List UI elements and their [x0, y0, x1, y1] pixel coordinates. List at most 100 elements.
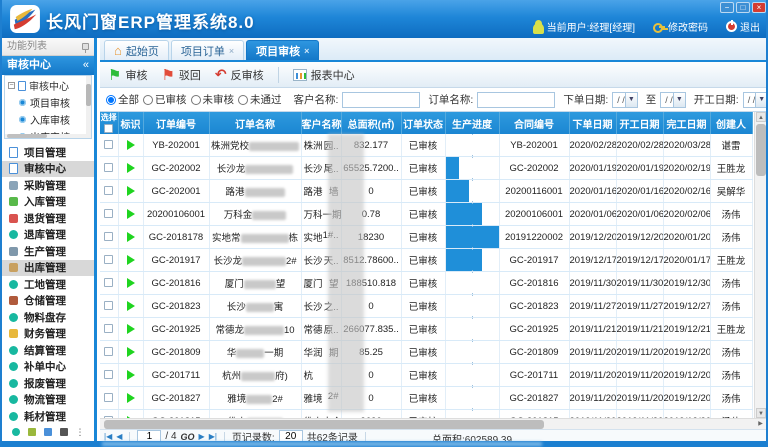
close-button[interactable]: ×	[752, 2, 766, 13]
pin-icon[interactable]	[82, 43, 89, 50]
column-header[interactable]: 生产进度	[445, 112, 499, 134]
sidebar-menu-item[interactable]: 补单中心	[2, 359, 94, 376]
sidebar-menu-item[interactable]: 财务管理	[2, 326, 94, 343]
column-header[interactable]: 下单日期	[569, 112, 616, 134]
column-header[interactable]: 订单名称	[209, 112, 301, 134]
column-header[interactable]: 总面积(㎡)	[341, 112, 401, 134]
overflow-icon[interactable]: ⋮	[76, 428, 85, 436]
scroll-down-icon[interactable]: ▼	[756, 408, 766, 418]
sidebar-menu-item[interactable]: 仓储管理	[2, 293, 94, 310]
vertical-scrollbar[interactable]: ▲ ▼	[754, 112, 766, 418]
sidebar-menu-item[interactable]: 审核中心	[2, 161, 94, 178]
filter-radio-option[interactable]: 已审核	[143, 92, 187, 107]
radio-input[interactable]	[191, 95, 201, 105]
row-checkbox[interactable]	[104, 347, 113, 356]
cart-icon[interactable]	[28, 428, 36, 436]
first-page-button[interactable]: |◀	[104, 432, 112, 441]
prev-page-button[interactable]: ◀	[116, 432, 122, 441]
tab[interactable]: ⌂ 起始页	[104, 40, 169, 60]
next-page-button[interactable]: ▶	[199, 432, 205, 441]
order-date-input[interactable]: / /▼	[612, 92, 638, 108]
horizontal-scrollbar[interactable]: ▶	[100, 418, 766, 429]
start-date-input[interactable]: / /▼	[743, 92, 766, 108]
sidebar-menu-item[interactable]: 项目管理	[2, 144, 94, 161]
filter-radio-option[interactable]: 未通过	[238, 92, 282, 107]
table-row[interactable]: GC-201711 杭州府) 杭 0 已审核 GC-201711 2019/11…	[100, 364, 752, 387]
go-button[interactable]: GO	[181, 432, 195, 442]
sidebar-menu-item[interactable]: 采购管理	[2, 177, 94, 194]
column-header[interactable]: 订单状态	[401, 112, 445, 134]
row-checkbox[interactable]	[104, 393, 113, 402]
book-icon[interactable]	[60, 428, 68, 436]
sidebar-menu-item[interactable]: 报废管理	[2, 375, 94, 392]
select-all-checkbox[interactable]	[104, 124, 113, 133]
sidebar-menu-item[interactable]: 结算管理	[2, 342, 94, 359]
circle-icon[interactable]	[12, 428, 20, 436]
scroll-up-icon[interactable]: ▲	[756, 112, 766, 122]
radio-input[interactable]	[143, 95, 153, 105]
table-row[interactable]: GC-201925 常德龙10 常德原.. 266077.835.. 已审核 G…	[100, 318, 752, 341]
row-checkbox[interactable]	[104, 278, 113, 287]
sidebar-menu-item[interactable]: 物料盘存	[2, 309, 94, 326]
sidebar-menu-item[interactable]: 退货管理	[2, 210, 94, 227]
tree-horizontal-scrollbar[interactable]	[5, 134, 91, 138]
order-date-end-input[interactable]: / /▼	[660, 92, 686, 108]
column-header[interactable]: 合同编号	[499, 112, 569, 134]
change-password-button[interactable]: 修改密码	[653, 19, 708, 34]
scrollbar-thumb[interactable]	[104, 420, 544, 429]
column-header[interactable]: 订单编号	[143, 112, 209, 134]
table-row[interactable]: GC-201815 佛山 佛山中仓库 2626 已审核 GC-201815 20…	[100, 410, 752, 419]
row-checkbox[interactable]	[104, 209, 113, 218]
table-row[interactable]: YB-202001 株洲党校 株洲园.. 832.177 已审核 YB-2020…	[100, 134, 752, 157]
table-row[interactable]: GC-201816 厦门望 厦门望 188510.818 已审核 GC-2018…	[100, 272, 752, 295]
row-checkbox[interactable]	[104, 301, 113, 310]
column-header[interactable]: 完工日期	[663, 112, 710, 134]
table-row[interactable]: GC-202002 长沙龙 长沙尾.. 65525.7200.. 已审核 GC-…	[100, 157, 752, 180]
chevron-down-icon[interactable]: ▼	[755, 93, 766, 107]
toolbar-button[interactable]: 驳回	[161, 66, 200, 84]
row-checkbox[interactable]	[104, 370, 113, 379]
filter-radio-option[interactable]: 未审核	[191, 92, 235, 107]
minimize-button[interactable]: −	[720, 2, 734, 13]
column-header[interactable]: 选择	[100, 112, 118, 134]
tree-item[interactable]: 项目审核	[5, 94, 91, 111]
last-page-button[interactable]: ▶|	[209, 432, 217, 441]
chevron-down-icon[interactable]: ▼	[625, 93, 637, 107]
maximize-button[interactable]: □	[736, 2, 750, 13]
sidebar-menu-item[interactable]: 入库管理	[2, 194, 94, 211]
chevron-down-icon[interactable]: ▼	[673, 93, 685, 107]
table-row[interactable]: 20200106001 万科金 万科一期 0.78 已审核 2020010600…	[100, 203, 752, 226]
table-row[interactable]: GC-202001 路港 路港墙 0 已审核 20200116001 2020/…	[100, 180, 752, 203]
radio-input[interactable]	[106, 95, 116, 105]
customer-name-input[interactable]	[342, 92, 420, 108]
toolbar-button[interactable]: 反审核	[215, 66, 264, 83]
table-row[interactable]: GC-201827 雅境2# 雅境2# 0 已审核 GC-201827 2019…	[100, 387, 752, 410]
sidebar-menu-item[interactable]: 出库管理	[2, 260, 94, 277]
sidebar-group-header[interactable]: 审核中心 «	[2, 56, 94, 75]
tree-item[interactable]: 入库审核	[5, 111, 91, 128]
row-checkbox[interactable]	[104, 255, 113, 264]
table-row[interactable]: GC-201823 长沙寓 长沙之.. 0 已审核 GC-201823 2019…	[100, 295, 752, 318]
sidebar-menu-item[interactable]: 生产管理	[2, 243, 94, 260]
sidebar-menu-item[interactable]: 退库管理	[2, 227, 94, 244]
row-checkbox[interactable]	[104, 186, 113, 195]
filter-radio-option[interactable]: 全部	[106, 92, 139, 107]
column-header[interactable]: 客户名称	[301, 112, 341, 134]
tab-close-icon[interactable]: ×	[304, 46, 309, 56]
column-header[interactable]: 创建人	[710, 112, 752, 134]
row-checkbox[interactable]	[104, 324, 113, 333]
radio-input[interactable]	[238, 95, 248, 105]
row-checkbox[interactable]	[104, 232, 113, 241]
tab-close-icon[interactable]: ×	[229, 46, 234, 56]
toolbar-button[interactable]: 审核	[108, 66, 147, 84]
table-row[interactable]: GC-201809 华一期 华润期 85.25 已审核 GC-201809 20…	[100, 341, 752, 364]
tree-collapse-icon[interactable]: −	[8, 82, 15, 89]
scroll-right-icon[interactable]: ▶	[756, 420, 765, 429]
table-row[interactable]: GC-201917 长沙龙2# 长沙天.. 8512.78600.. 已审核 G…	[100, 249, 752, 272]
tab[interactable]: 项目审核 ×	[246, 40, 319, 60]
tab[interactable]: 项目订单 ×	[171, 40, 244, 60]
row-checkbox[interactable]	[104, 140, 113, 149]
toolbar-button[interactable]: 报表中心	[278, 67, 355, 83]
logout-button[interactable]: 退出	[726, 19, 760, 34]
tree-root-audit-center[interactable]: − 审核中心	[5, 76, 91, 94]
